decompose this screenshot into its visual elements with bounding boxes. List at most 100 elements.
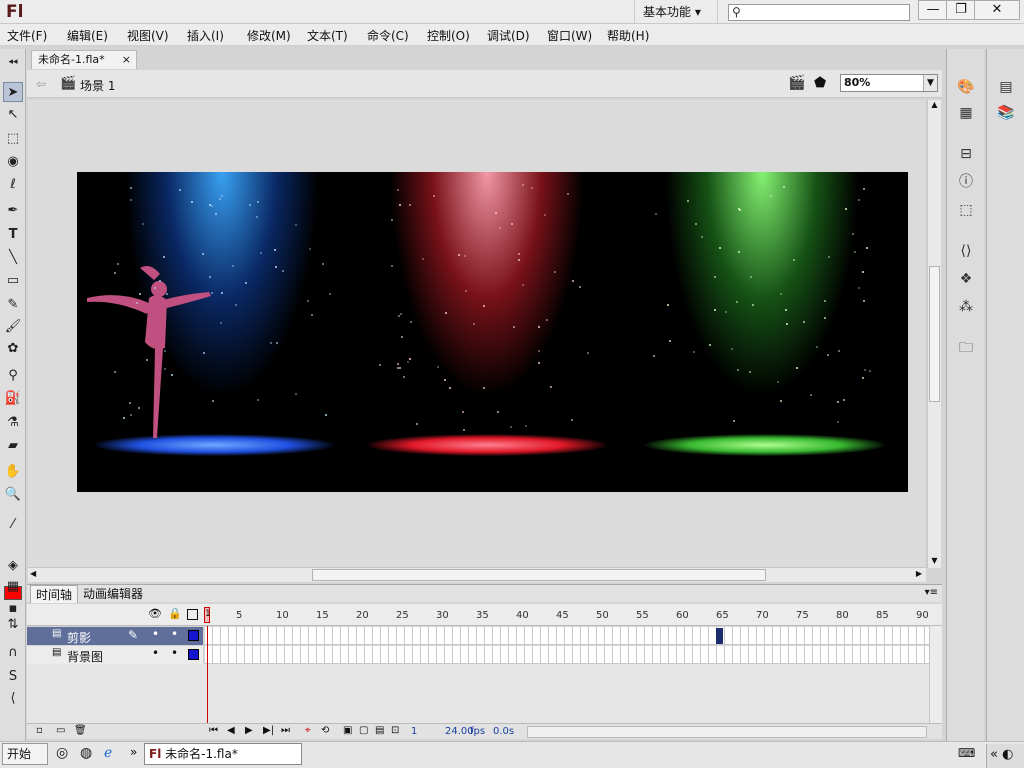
scroll-down-icon[interactable]: ▼ (929, 556, 940, 568)
eraser-tool-icon[interactable]: ▰ (3, 436, 23, 456)
fill-color-icon[interactable]: ◈ (3, 556, 23, 576)
horizontal-scroll-thumb[interactable] (312, 569, 766, 581)
deco-tool-icon[interactable]: ✿ (3, 339, 23, 359)
start-button[interactable]: 开始 (2, 743, 48, 765)
workspace-switcher[interactable]: 基本功能 ▾ (634, 0, 718, 24)
color-panel-icon[interactable]: 🎨 (955, 77, 977, 97)
scroll-left-icon[interactable]: ◀ (30, 569, 36, 578)
layer-row-silhouette[interactable]: ▤ 剪影 ✎ • • (27, 627, 203, 645)
brush-tool-icon[interactable]: 🖌 (3, 317, 23, 337)
collapse-icon[interactable]: ◂◂ (3, 52, 23, 72)
outline-icon[interactable] (187, 609, 198, 620)
loop-icon[interactable]: ⟲ (321, 725, 329, 736)
eye-icon[interactable]: 👁 (148, 607, 162, 620)
modify-markers-icon[interactable]: ⊡ (391, 725, 399, 736)
next-frame-icon[interactable]: ▶| (263, 725, 274, 736)
help-search-input[interactable]: ⚲ (728, 4, 910, 21)
visibility-dot[interactable]: • (152, 627, 159, 641)
outline-color-swatch[interactable] (188, 630, 199, 641)
transform-panel-icon[interactable]: ⬚ (955, 200, 977, 220)
edit-scene-icon[interactable]: 🎬 (788, 75, 805, 91)
smooth-icon[interactable]: S (3, 667, 23, 687)
close-tab-icon[interactable]: × (122, 51, 131, 69)
new-layer-icon[interactable]: ▫ (36, 725, 43, 736)
menu-window[interactable]: 窗口(W) (547, 27, 592, 44)
last-frame-icon[interactable]: ⏭ (281, 725, 290, 736)
text-tool-icon[interactable]: T (3, 225, 23, 245)
ie-icon[interactable]: ℯ (104, 745, 112, 761)
selection-tool-icon[interactable]: ➤ (3, 82, 23, 102)
zoom-tool-icon[interactable]: 🔍 (3, 485, 23, 505)
tray-expand-icon[interactable]: « ◐ (986, 744, 1024, 768)
document-tab[interactable]: 未命名-1.fla* × (31, 50, 137, 69)
rectangle-tool-icon[interactable]: ▭ (3, 271, 23, 291)
play-icon[interactable]: ▶ (245, 725, 253, 736)
current-frame[interactable]: 1 (411, 726, 417, 737)
free-transform-tool-icon[interactable]: ⬚ (3, 129, 23, 149)
menu-commands[interactable]: 命令(C) (367, 27, 409, 44)
layer-row-background[interactable]: ▤ 背景图 • • (27, 646, 203, 664)
first-frame-icon[interactable]: ⏮ (209, 725, 218, 736)
lasso-tool-icon[interactable]: ℓ (3, 175, 23, 195)
panel-menu-icon[interactable]: ▾≡ (925, 587, 938, 598)
scroll-right-icon[interactable]: ▶ (916, 569, 922, 578)
frames-row-silhouette[interactable] (205, 627, 929, 645)
menu-help[interactable]: 帮助(H) (607, 27, 649, 44)
zoom-select[interactable]: 80% ▼ (840, 74, 938, 92)
swatches-panel-icon[interactable]: ▦ (955, 103, 977, 123)
edit-multiple-icon[interactable]: ▤ (375, 725, 384, 736)
tab-timeline[interactable]: 时间轴 (30, 585, 79, 603)
edit-symbols-icon[interactable]: ⬟ (814, 75, 826, 91)
frames-row-background[interactable] (205, 646, 929, 664)
vertical-scrollbar[interactable]: ▲ ▼ (927, 100, 941, 568)
eyedropper-tool-icon[interactable]: ⚗ (3, 413, 23, 433)
onion-outline-icon[interactable]: ▢ (359, 725, 368, 736)
stage-canvas[interactable] (77, 172, 908, 492)
restore-button[interactable]: ❐ (946, 0, 976, 20)
project-panel-icon[interactable]: 🗀 (955, 338, 977, 358)
visibility-dot[interactable]: • (152, 646, 159, 660)
library-panel-icon[interactable]: 📚 (995, 103, 1017, 123)
horizontal-scrollbar[interactable]: ◀ ▶ (28, 567, 926, 582)
menu-debug[interactable]: 调试(D) (487, 27, 530, 44)
delete-layer-icon[interactable]: 🗑 (74, 725, 87, 736)
stroke-color-icon[interactable]: ⁄ (3, 515, 23, 535)
lock-dot[interactable]: • (171, 627, 178, 641)
keyframe-65[interactable] (716, 628, 723, 644)
bone-tool-icon[interactable]: ⚲ (3, 366, 23, 386)
lock-icon[interactable]: 🔒 (168, 607, 182, 620)
onion-skin-icon[interactable]: ▣ (343, 725, 352, 736)
menu-insert[interactable]: 插入(I) (187, 27, 224, 44)
chevron-down-icon[interactable]: ▼ (923, 75, 937, 91)
swap-colors-icon[interactable]: ⇅ (3, 615, 23, 635)
minimize-button[interactable]: — (918, 0, 948, 20)
pen-tool-icon[interactable]: ✒ (3, 201, 23, 221)
pencil-tool-icon[interactable]: ✎ (3, 295, 23, 315)
chrome-icon[interactable]: ◎ (56, 745, 68, 761)
more-icon[interactable]: » (130, 745, 137, 759)
prev-frame-icon[interactable]: ◀ (227, 725, 235, 736)
code-snippets-icon[interactable]: ⟨⟩ (955, 241, 977, 261)
close-button[interactable]: ✕ (974, 0, 1020, 20)
taskbar-flash-app[interactable]: Fl 未命名-1.fla* (144, 743, 302, 765)
timeline-vertical-scrollbar[interactable] (929, 626, 942, 723)
info-panel-icon[interactable]: ⓘ (955, 172, 977, 192)
playhead[interactable]: 1 (204, 607, 211, 623)
align-panel-icon[interactable]: ⊟ (955, 144, 977, 164)
menu-file[interactable]: 文件(F) (7, 27, 47, 44)
hand-tool-icon[interactable]: ✋ (3, 462, 23, 482)
paint-bucket-tool-icon[interactable]: ⛽ (3, 389, 23, 409)
tab-motion-editor[interactable]: 动画编辑器 (78, 585, 148, 603)
scroll-up-icon[interactable]: ▲ (929, 100, 940, 112)
new-folder-icon[interactable]: ▭ (56, 725, 65, 736)
lock-dot[interactable]: • (171, 646, 178, 660)
menu-text[interactable]: 文本(T) (307, 27, 348, 44)
center-frame-icon[interactable]: ⌖ (305, 725, 311, 736)
vertical-scroll-thumb[interactable] (929, 266, 940, 402)
qq-browser-icon[interactable]: ◍ (80, 745, 92, 761)
menu-modify[interactable]: 修改(M) (247, 27, 291, 44)
menu-control[interactable]: 控制(O) (427, 27, 470, 44)
snap-magnet-icon[interactable]: ∩ (3, 643, 23, 663)
keyboard-icon[interactable]: ⌨ (958, 746, 975, 760)
fill-color-swatch-icon[interactable]: ▦ (3, 577, 23, 597)
